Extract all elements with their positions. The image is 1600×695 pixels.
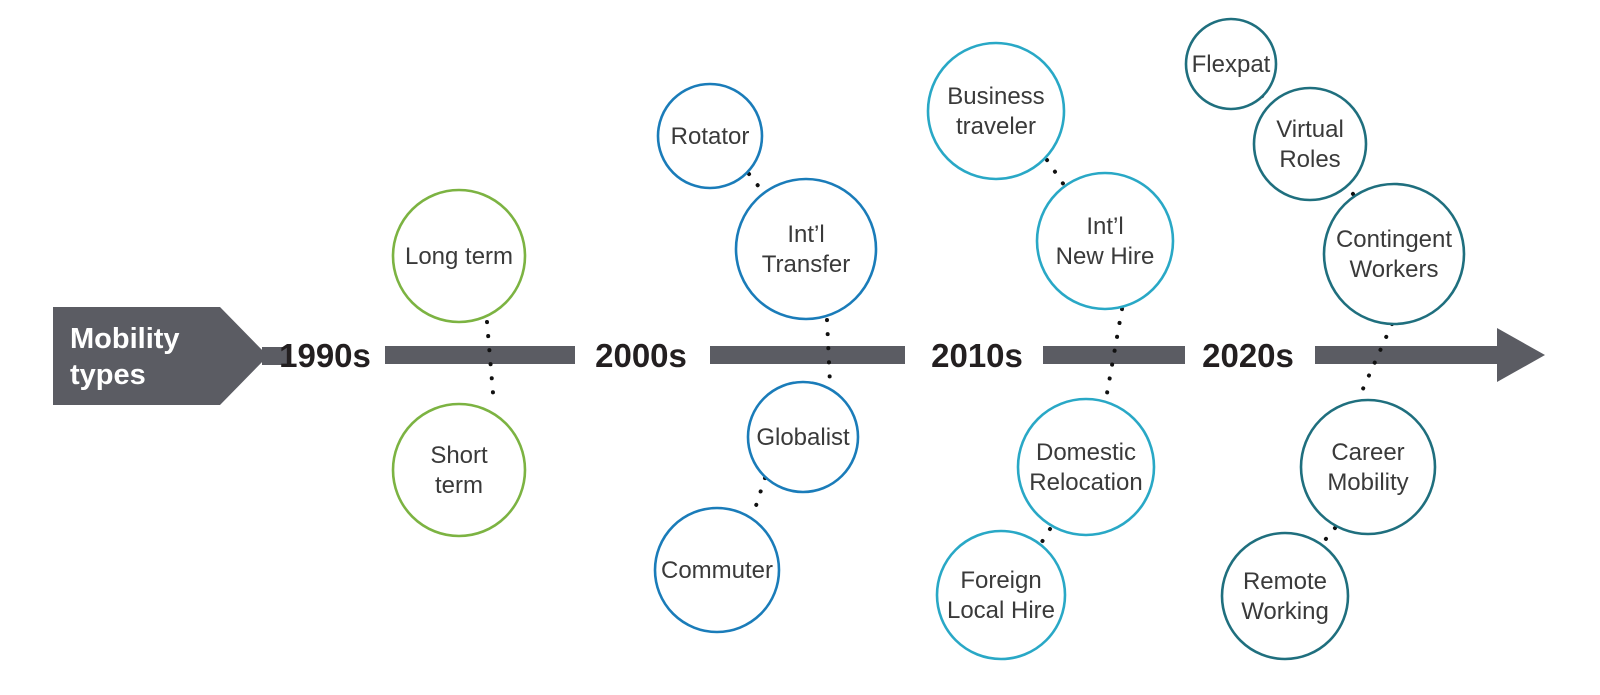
node-circle[interactable] xyxy=(391,402,527,538)
era-label-1990s: 1990s xyxy=(279,337,371,374)
node-short-term[interactable]: Short term xyxy=(391,402,527,538)
node-circle[interactable] xyxy=(1016,397,1156,537)
node-foreign-local-hire[interactable]: Foreign Local Hire xyxy=(935,529,1067,661)
node-flexpat[interactable]: Flexpat xyxy=(1184,17,1278,111)
node-int-l-transfer[interactable]: Int’l Transfer xyxy=(734,177,878,321)
node-long-term[interactable]: Long term xyxy=(391,188,527,324)
node-circle[interactable] xyxy=(1299,398,1437,536)
timeline-diagram: Mobility types Long term Short term Rotator I… xyxy=(0,0,1600,695)
node-circle[interactable] xyxy=(1220,531,1350,661)
node-label: Commuter xyxy=(661,557,773,584)
node-virtual-roles[interactable]: Virtual Roles xyxy=(1252,86,1368,202)
node-circle[interactable] xyxy=(1035,171,1175,311)
dotted-connector xyxy=(1045,158,1066,187)
node-career-mobility[interactable]: Career Mobility xyxy=(1299,398,1437,536)
axis-arrowhead xyxy=(1497,328,1545,382)
node-label: Long term xyxy=(405,243,513,270)
dotted-connector xyxy=(750,476,767,520)
axis-segment xyxy=(1315,346,1499,364)
dotted-connector xyxy=(1038,527,1052,547)
node-globalist[interactable]: Globalist xyxy=(746,380,860,494)
node-circle[interactable] xyxy=(926,41,1066,181)
node-remote-working[interactable]: Remote Working xyxy=(1220,531,1350,661)
node-circle[interactable] xyxy=(1322,182,1466,326)
node-contingent-workers[interactable]: Contingent Workers xyxy=(1322,182,1466,326)
axis-segment xyxy=(385,346,575,364)
node-label: Rotator xyxy=(671,123,750,150)
era-label-2010s: 2010s xyxy=(931,337,1023,374)
node-circle[interactable] xyxy=(734,177,878,321)
node-business-traveler[interactable]: Business traveler xyxy=(926,41,1066,181)
node-circle[interactable] xyxy=(935,529,1067,661)
mobility-types-banner: Mobility types xyxy=(53,307,288,405)
era-label-2020s: 2020s xyxy=(1202,337,1294,374)
node-label: Flexpat xyxy=(1192,51,1271,78)
axis-segment xyxy=(710,346,905,364)
mobility-type-nodes: Long term Short term Rotator Int’l Transfer Gl… xyxy=(391,17,1466,661)
dotted-connector xyxy=(1318,526,1337,548)
node-int-l-new-hire[interactable]: Int’l New Hire xyxy=(1035,171,1175,311)
node-circle[interactable] xyxy=(1252,86,1368,202)
node-commuter[interactable]: Commuter xyxy=(653,506,781,634)
diagram-canvas: Mobility types Long term Short term Rotator I… xyxy=(53,17,1545,661)
node-domestic-relocation[interactable]: Domestic Relocation xyxy=(1016,397,1156,537)
node-rotator[interactable]: Rotator xyxy=(656,82,764,190)
node-label: Globalist xyxy=(756,424,850,451)
axis-segment xyxy=(1043,346,1185,364)
era-label-2000s: 2000s xyxy=(595,337,687,374)
